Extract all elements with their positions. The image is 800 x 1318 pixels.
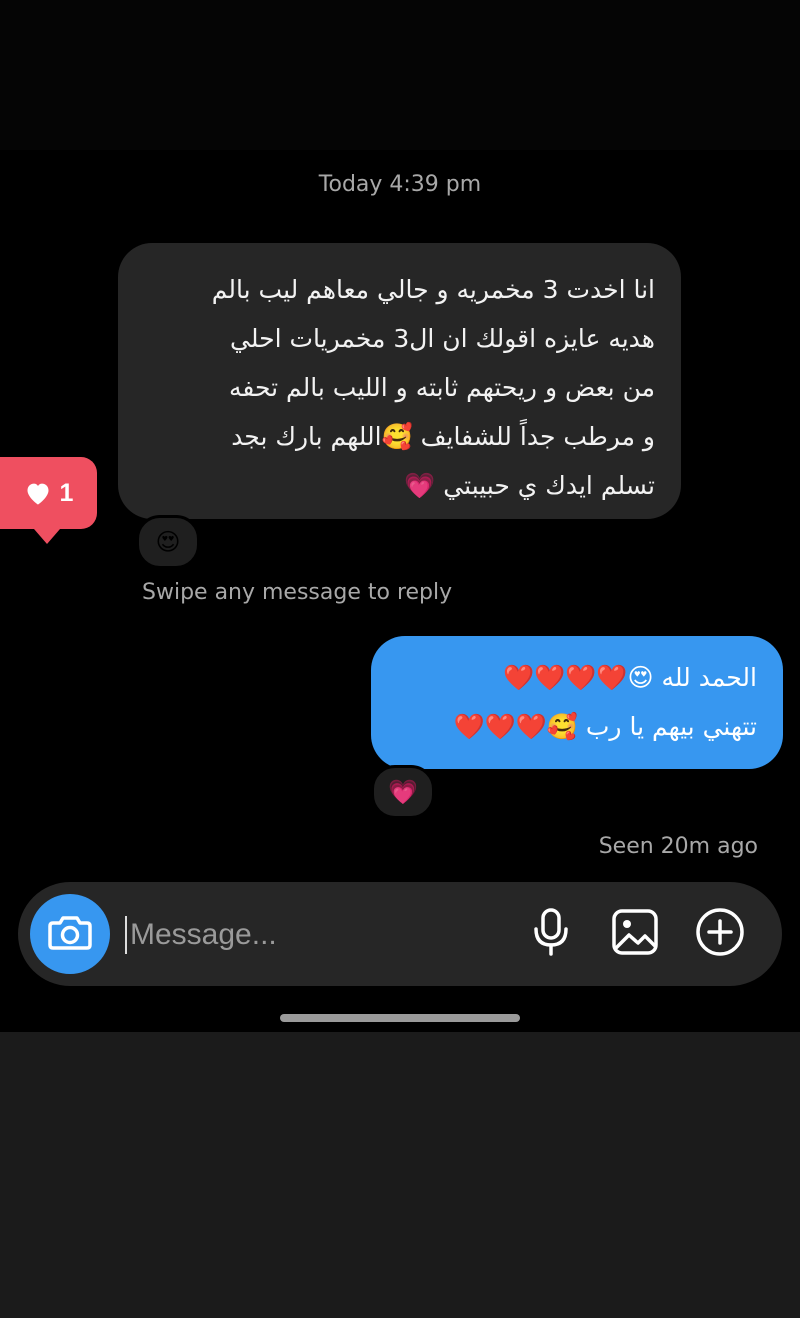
message-line: و مرطب جداً للشفايف 🥰اللهم بارك بجد — [231, 422, 655, 451]
microphone-button[interactable] — [525, 908, 577, 960]
message-line: تتهني بيهم يا رب 🥰❤️❤️❤️ — [453, 712, 757, 741]
incoming-message-bubble[interactable]: انا اخدت 3 مخمريه و جالي معاهم ليب بالم … — [118, 243, 681, 519]
message-line: تسلم ايدك ي حبيبتي 💗 — [404, 471, 655, 500]
message-line: الحمد لله 😍❤️❤️❤️❤️ — [502, 663, 757, 692]
top-bar-area — [0, 0, 800, 150]
seen-status: Seen 20m ago — [598, 834, 758, 859]
like-count: 1 — [59, 478, 74, 507]
message-timestamp: Today 4:39 pm — [318, 172, 482, 197]
add-button[interactable] — [694, 908, 746, 960]
home-indicator[interactable] — [280, 1014, 520, 1022]
heart-icon — [24, 480, 52, 506]
message-reaction[interactable]: 😍 — [136, 515, 200, 569]
camera-icon — [48, 914, 92, 954]
camera-button[interactable] — [30, 894, 110, 974]
message-input[interactable] — [128, 910, 512, 960]
reaction-emoji: 💗 — [388, 778, 418, 806]
message-line: هديه عايزه اقولك ان ال3 مخمريات احلي — [230, 324, 655, 353]
outgoing-message-bubble[interactable]: الحمد لله 😍❤️❤️❤️❤️ تتهني بيهم يا رب 🥰❤️… — [371, 636, 783, 769]
gallery-button[interactable] — [609, 908, 661, 960]
microphone-icon — [531, 907, 571, 961]
plus-circle-icon — [695, 907, 745, 961]
message-reaction[interactable]: 💗 — [371, 765, 435, 819]
badge-tail — [34, 529, 60, 544]
like-notification-badge[interactable]: 1 — [0, 457, 97, 544]
message-line: انا اخدت 3 مخمريه و جالي معاهم ليب بالم — [211, 275, 655, 304]
chat-screen: Today 4:39 pm انا اخدت 3 مخمريه و جالي م… — [0, 0, 800, 1318]
reaction-emoji: 😍 — [155, 528, 181, 556]
bottom-empty-area — [0, 1032, 800, 1318]
swipe-hint: Swipe any message to reply — [142, 580, 453, 605]
message-line: من بعض و ريحتهم ثابته و الليب بالم تحفه — [228, 373, 655, 402]
image-icon — [611, 908, 659, 960]
text-cursor — [125, 916, 127, 954]
message-composer — [18, 882, 782, 986]
